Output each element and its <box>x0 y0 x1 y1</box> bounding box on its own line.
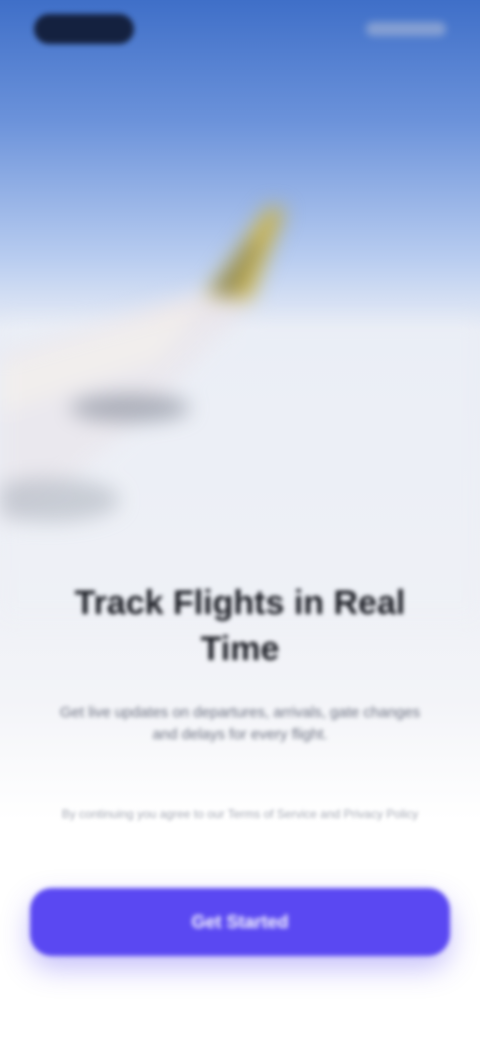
onboarding-content: Track Flights in Real Time Get live upda… <box>0 580 480 824</box>
airplane-wing-photo <box>0 0 480 620</box>
status-time-pill <box>34 14 134 44</box>
status-indicators <box>366 22 446 36</box>
onboarding-screen: Track Flights in Real Time Get live upda… <box>0 0 480 1040</box>
terms-notice[interactable]: By continuing you agree to our Terms of … <box>50 804 430 824</box>
status-bar <box>0 0 480 60</box>
get-started-button[interactable]: Get Started <box>30 888 450 956</box>
page-title: Track Flights in Real Time <box>74 584 406 668</box>
page-subtitle: Get live updates on departures, arrivals… <box>59 704 421 743</box>
